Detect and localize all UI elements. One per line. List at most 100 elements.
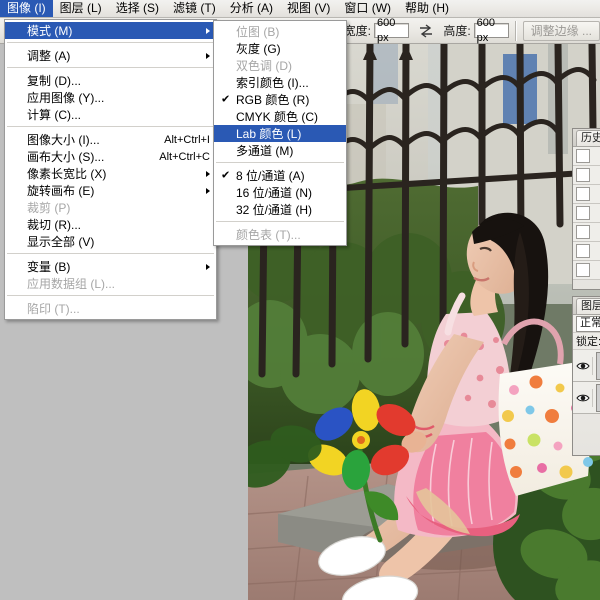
menu-item-label: 索引颜色 (I)...: [236, 74, 309, 91]
options-separator-2: [515, 21, 517, 41]
history-thumb-icon: [576, 225, 590, 239]
menu-item-label: 8 位/通道 (A): [236, 167, 305, 184]
eye-icon[interactable]: [574, 357, 593, 375]
menu-analysis[interactable]: 分析 (A): [223, 0, 280, 17]
menu-item-reveal-all[interactable]: 显示全部 (V): [5, 233, 216, 250]
menu-bar: 图像 (I) 图层 (L) 选择 (S) 滤镜 (T) 分析 (A) 视图 (V…: [0, 0, 600, 18]
image-menu-dropdown[interactable]: 模式 (M) 调整 (A) 复制 (D)... 应用图像 (Y)... 计算 (…: [4, 19, 217, 320]
mode-submenu[interactable]: 位图 (B) 灰度 (G) 双色调 (D) 索引颜色 (I)... ✔ RGB …: [213, 20, 347, 246]
refine-edge-button[interactable]: 调整边缘 ...: [523, 21, 600, 41]
history-row[interactable]: [573, 147, 600, 166]
menu-item-label: RGB 颜色 (R): [236, 91, 309, 108]
menu-item-mode[interactable]: 模式 (M): [5, 22, 216, 39]
layer-thumbnail[interactable]: [596, 352, 600, 380]
menu-item-label: 应用图像 (Y)...: [27, 89, 104, 106]
history-thumb-icon: [576, 263, 590, 277]
width-input[interactable]: 600 px: [374, 23, 409, 38]
menu-item-shortcut: Alt+Ctrl+I: [146, 134, 210, 146]
menu-help[interactable]: 帮助 (H): [398, 0, 456, 17]
menu-item-adjustments[interactable]: 调整 (A): [5, 47, 216, 64]
menu-separator: [7, 126, 214, 128]
menu-item-label: 图像大小 (I)...: [27, 131, 100, 148]
menu-item-label: 裁切 (R)...: [27, 216, 81, 233]
photoshop-window: 宽度: 600 px 高度: 600 px 调整边缘 ... 图像 (I) 图层…: [0, 0, 600, 600]
menu-image[interactable]: 图像 (I): [0, 0, 53, 17]
menu-separator: [216, 162, 344, 164]
blend-mode-row[interactable]: 正常: [573, 315, 600, 333]
menu-separator: [7, 67, 214, 69]
menu-item-label: 应用数据组 (L)...: [27, 275, 115, 292]
menu-item-trim[interactable]: 裁切 (R)...: [5, 216, 216, 233]
chevron-right-icon: [206, 188, 210, 194]
menu-separator: [7, 42, 214, 44]
menu-item-image-size[interactable]: 图像大小 (I)... Alt+Ctrl+I: [5, 131, 216, 148]
menu-select[interactable]: 选择 (S): [109, 0, 166, 17]
height-label: 高度:: [443, 22, 470, 39]
history-row[interactable]: [573, 166, 600, 185]
menu-item-duplicate[interactable]: 复制 (D)...: [5, 72, 216, 89]
menu-item-label: 双色调 (D): [236, 57, 292, 74]
swap-arrows-icon[interactable]: [417, 22, 435, 40]
menu-item-label: 旋转画布 (E): [27, 182, 94, 199]
table-row[interactable]: [573, 382, 600, 414]
menu-item-label: 变量 (B): [27, 258, 70, 275]
menu-item-label: 多通道 (M): [236, 142, 293, 159]
submenu-item-grayscale[interactable]: 灰度 (G): [214, 40, 346, 57]
history-row[interactable]: [573, 185, 600, 204]
menu-item-label: 显示全部 (V): [27, 233, 94, 250]
menu-separator: [7, 253, 214, 255]
menu-item-label: 画布大小 (S)...: [27, 148, 104, 165]
submenu-item-8-bits-channel[interactable]: ✔ 8 位/通道 (A): [214, 167, 346, 184]
submenu-item-lab-color[interactable]: Lab 颜色 (L): [214, 125, 346, 142]
menu-item-label: CMYK 颜色 (C): [236, 108, 318, 125]
submenu-item-indexed-color[interactable]: 索引颜色 (I)...: [214, 74, 346, 91]
menu-item-rotate-canvas[interactable]: 旋转画布 (E): [5, 182, 216, 199]
menu-item-shortcut: Alt+Ctrl+C: [141, 151, 210, 163]
submenu-item-multichannel[interactable]: 多通道 (M): [214, 142, 346, 159]
history-row[interactable]: [573, 223, 600, 242]
chevron-right-icon: [206, 53, 210, 59]
table-row[interactable]: [573, 350, 600, 382]
history-tabbar: 历史: [573, 129, 600, 147]
history-thumb-icon: [576, 168, 590, 182]
menu-item-crop: 裁剪 (P): [5, 199, 216, 216]
chevron-right-icon: [206, 28, 210, 34]
menu-item-variables[interactable]: 变量 (B): [5, 258, 216, 275]
blend-mode-select[interactable]: 正常: [576, 316, 600, 332]
submenu-item-cmyk-color[interactable]: CMYK 颜色 (C): [214, 108, 346, 125]
submenu-item-32-bits-channel[interactable]: 32 位/通道 (H): [214, 201, 346, 218]
submenu-item-color-table: 颜色表 (T)...: [214, 226, 346, 243]
history-thumb-icon: [576, 149, 590, 163]
history-panel[interactable]: 历史: [572, 128, 600, 290]
submenu-item-16-bits-channel[interactable]: 16 位/通道 (N): [214, 184, 346, 201]
menu-item-apply-data-set: 应用数据组 (L)...: [5, 275, 216, 292]
menu-item-pixel-aspect-ratio[interactable]: 像素长宽比 (X): [5, 165, 216, 182]
history-list[interactable]: [573, 147, 600, 280]
menu-item-calculations[interactable]: 计算 (C)...: [5, 106, 216, 123]
menu-filter[interactable]: 滤镜 (T): [166, 0, 223, 17]
menu-window[interactable]: 窗口 (W): [337, 0, 398, 17]
menu-item-label: 像素长宽比 (X): [27, 165, 106, 182]
tab-layers[interactable]: 图层: [576, 298, 600, 314]
menu-item-apply-image[interactable]: 应用图像 (Y)...: [5, 89, 216, 106]
menu-view[interactable]: 视图 (V): [280, 0, 337, 17]
menu-item-label: 裁剪 (P): [27, 199, 70, 216]
history-row[interactable]: [573, 204, 600, 223]
menu-item-label: 颜色表 (T)...: [236, 226, 301, 243]
checkmark-icon: ✔: [221, 170, 230, 181]
menu-item-canvas-size[interactable]: 画布大小 (S)... Alt+Ctrl+C: [5, 148, 216, 165]
lock-row[interactable]: 锁定:: [573, 333, 600, 350]
eye-icon[interactable]: [574, 389, 593, 407]
submenu-item-duotone: 双色调 (D): [214, 57, 346, 74]
lock-label: 锁定:: [576, 333, 600, 349]
layers-panel[interactable]: 图层 正常 锁定:: [572, 296, 600, 456]
checkmark-icon: ✔: [221, 94, 230, 105]
submenu-item-rgb-color[interactable]: ✔ RGB 颜色 (R): [214, 91, 346, 108]
height-input[interactable]: 600 px: [474, 23, 509, 38]
layer-thumbnail[interactable]: [596, 384, 600, 412]
history-row[interactable]: [573, 242, 600, 261]
chevron-right-icon: [206, 264, 210, 270]
tab-history[interactable]: 历史: [576, 130, 600, 146]
history-row[interactable]: [573, 261, 600, 280]
menu-layer[interactable]: 图层 (L): [53, 0, 109, 17]
